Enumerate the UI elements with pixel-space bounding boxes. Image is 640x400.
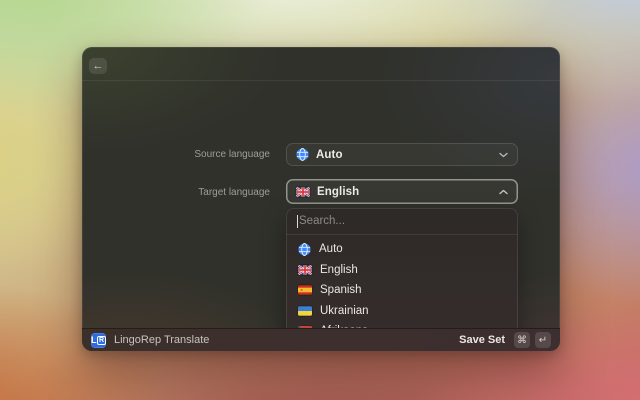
flag-gb-icon [298, 264, 312, 275]
list-item-ukrainian[interactable]: Ukrainian [286, 301, 518, 322]
list-item-label: Ukrainian [320, 304, 369, 317]
search-input[interactable] [286, 208, 518, 234]
list-item-spanish[interactable]: Spanish [286, 280, 518, 301]
source-language-value: Auto [316, 148, 343, 161]
save-set-label: Save Set [459, 334, 505, 346]
flag-gb-icon [296, 186, 310, 197]
target-language-select[interactable]: English [286, 179, 518, 204]
globe-icon [298, 242, 311, 256]
chevron-up-icon [499, 189, 508, 195]
app-name: LingoRep Translate [114, 334, 210, 346]
back-arrow-icon: ← [92, 59, 104, 72]
window-header: ← [82, 47, 560, 81]
command-key-icon: ⌘ [514, 332, 530, 348]
list-item-label: Auto [319, 243, 343, 256]
source-language-select[interactable]: Auto [286, 143, 518, 166]
chevron-down-icon [499, 152, 508, 158]
return-key-icon: ↵ [535, 332, 551, 348]
list-item-auto[interactable]: Auto [286, 239, 518, 260]
lingorep-translate-window: ← Source language Auto Target language E… [82, 47, 560, 351]
list-item-label: English [320, 263, 358, 276]
logo-letter-r: R [96, 335, 107, 345]
list-item-english[interactable]: English [286, 260, 518, 281]
globe-icon [296, 148, 309, 161]
flag-ua-icon [298, 306, 312, 316]
flag-es-icon [298, 285, 312, 295]
search-row [286, 208, 518, 235]
back-button[interactable]: ← [89, 58, 107, 74]
desktop-background: ← Source language Auto Target language E… [0, 0, 640, 400]
source-language-label: Source language [194, 149, 270, 160]
save-set-button[interactable]: Save Set ⌘ ↵ [459, 332, 551, 348]
target-language-value: English [317, 185, 360, 198]
lingorep-logo-icon: L R [90, 332, 107, 348]
action-bar: L R LingoRep Translate Save Set ⌘ ↵ [82, 328, 560, 351]
logo-letter-l: L [90, 334, 97, 345]
target-language-label: Target language [198, 187, 270, 198]
list-item-label: Spanish [320, 284, 362, 297]
